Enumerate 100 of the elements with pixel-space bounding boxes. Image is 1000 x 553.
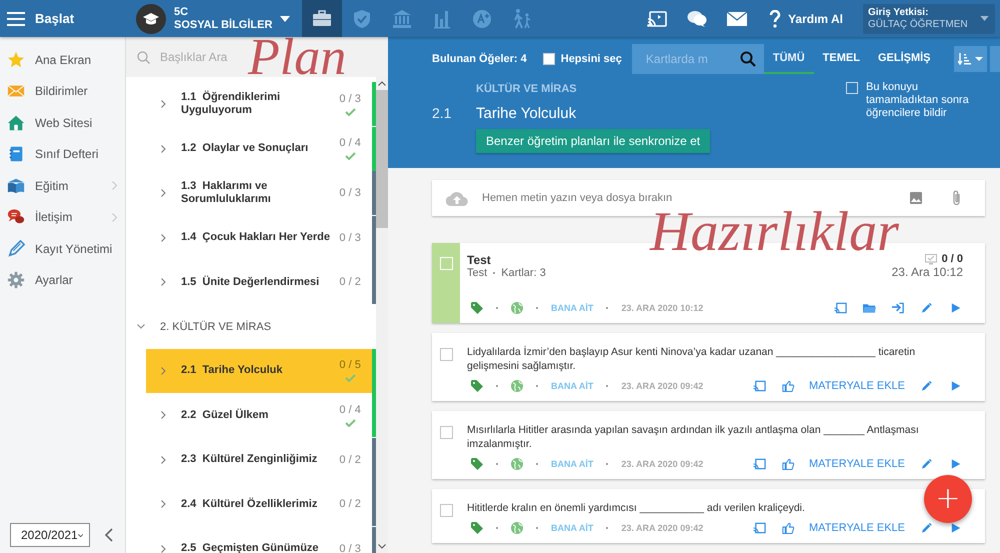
scrollbar[interactable] [376,77,388,553]
thumbs-up-icon[interactable] [782,522,796,534]
login-selector[interactable]: Giriş Yetkisi: GÜLTAÇ ÖĞRETMEN [863,4,995,34]
lesson-title: 2.3 Kültürel Zenginliğimiz [181,453,318,466]
pencil-icon[interactable] [921,380,934,392]
separator-dot [606,385,608,387]
cast-icon[interactable] [753,522,766,534]
card-checkbox[interactable] [440,348,452,361]
sidebar-item[interactable]: Eğitim [0,170,125,202]
play-icon[interactable] [950,380,963,392]
cast-icon[interactable] [647,10,668,26]
search-icon[interactable] [740,51,756,67]
tag-icon[interactable] [471,458,483,470]
thumbs-up-icon[interactable] [782,380,796,392]
bank-icon [391,8,413,30]
globe-icon[interactable] [511,522,523,534]
checkmark-icon [344,106,356,116]
play-icon[interactable] [950,458,963,470]
progress-count: 0 / 5 [339,359,361,371]
separator-dot [496,463,498,465]
notify-checkbox[interactable]: Bu konuyu tamamladıktan sonra öğrencilere bildir [846,81,986,153]
globe-icon[interactable] [511,458,523,470]
pencil-icon[interactable] [921,302,934,314]
chevron-down-icon [78,532,83,538]
select-all-checkbox[interactable]: Hepsini seç [542,53,622,65]
sidebar-item[interactable]: İletişim [0,202,125,233]
scroll-thumb[interactable] [376,90,388,228]
collapse-icon[interactable] [105,528,113,542]
help-button[interactable]: Yardım Al [769,10,843,28]
handwritten-note: Hazırlıklar [650,204,899,260]
folder-icon[interactable] [863,302,876,314]
search-field[interactable]: Başlıklar Ara [160,50,245,64]
lesson-item[interactable]: 2.5 Geçmişten Günümüze 0 / 3 [146,526,376,553]
search-field[interactable]: Kartlarda m [632,44,764,74]
sidebar-item[interactable]: Web Sitesi [0,107,125,138]
lesson-title: 2.1 Tarihe Yolculuk [181,364,284,377]
cast-icon[interactable] [753,458,766,470]
image-icon[interactable] [910,192,922,204]
upload-field[interactable]: Hemen metin yazın veya dosya bırakın [482,192,672,204]
filter-tab[interactable]: TEMEL [814,44,869,74]
unit-label: KÜLTÜR VE MİRAS [476,83,578,95]
chevron-down-icon[interactable] [378,544,386,549]
filter-tab[interactable]: TÜMÜ [764,44,814,74]
pencil-icon[interactable] [921,458,934,470]
score: 0 / 0 [942,253,963,265]
class-code: 5C [174,6,190,18]
tag-icon[interactable] [471,302,483,314]
lesson-item[interactable]: 1.2 Olaylar ve Sonuçları 0 / 4 [126,126,376,170]
progress-count: 0 / 3 [339,92,361,104]
lesson-item[interactable]: 2.3 Kültürel Zenginliğimiz 0 / 2 [146,438,376,482]
open-book-icon [7,176,25,195]
sign-in-icon[interactable] [892,302,905,314]
lesson-item[interactable]: 1.5 Ünite Değerlendirmesi 0 / 2 [126,260,376,304]
year-dropdown[interactable]: 2020/2021 [10,523,90,547]
tag-icon[interactable] [471,380,483,392]
card-checkbox[interactable] [440,426,452,439]
cast-icon[interactable] [753,380,766,392]
tag-icon[interactable] [471,522,483,534]
progress-count: 0 / 3 [339,187,361,199]
paperclip-icon[interactable] [952,190,961,206]
sidebar-item[interactable]: Sınıf Defteri [0,138,125,170]
globe-icon[interactable] [511,380,523,392]
chevron-right-icon [161,411,166,419]
progress-count: 0 / 4 [339,137,361,149]
globe-icon[interactable] [511,302,523,314]
sort-button[interactable] [954,46,987,72]
unit-header[interactable]: 2. KÜLTÜR VE MİRAS [126,304,376,348]
menu-icon[interactable] [7,12,25,26]
cast-icon[interactable] [834,302,847,314]
lesson-item[interactable]: 1.3 Haklarımı ve Sorumluluklarımı 0 / 3 [126,171,376,215]
checkmark-icon [344,418,356,426]
lesson-item[interactable]: 2.1 Tarihe Yolculuk 0 / 5 [146,348,376,392]
lesson-item[interactable]: 1.4 Çocuk Hakları Her Yerde 0 / 3 [126,216,376,260]
sidebar-item[interactable]: Ayarlar [0,264,125,296]
filter-tab[interactable]: GELİŞMİŞ [868,44,940,74]
lesson-item[interactable]: 2.2 Güzel Ülkem 0 / 4 [146,393,376,437]
progress-count: 0 / 3 [339,232,361,244]
lesson-item[interactable]: 2.4 Kültürel Özelliklerimiz 0 / 2 [146,482,376,526]
separator-dot [536,463,538,465]
card-checkbox[interactable] [440,504,452,517]
lesson-item[interactable]: 1.1 Öğrendiklerimi Uyguluyorum 0 / 3 [126,82,376,126]
login-label: Giriş Yetkisi: [868,6,930,18]
chat-icon[interactable] [687,10,708,28]
grade-badge-icon [471,8,493,30]
nav-tab[interactable] [302,0,342,37]
sidebar-item[interactable]: Kayıt Yönetimi [0,233,125,264]
lesson-title: 1.4 Çocuk Hakları Her Yerde [181,231,331,244]
lesson-title: 1.5 Ünite Değerlendirmesi [181,276,320,288]
chevron-right-icon [161,100,166,108]
chevron-right-icon [112,212,117,222]
play-icon[interactable] [950,302,963,314]
thumbs-up-icon[interactable] [782,458,796,470]
pencil-icon[interactable] [921,522,934,534]
sidebar-item[interactable]: Ana Ekran [0,44,125,76]
start-label[interactable]: Başlat [35,11,74,26]
sidebar-item[interactable]: Bildirimler [0,76,125,107]
sync-button[interactable]: Benzer öğretim planları ile senkronize et [476,129,710,153]
mail-icon[interactable] [727,12,748,26]
course-selector[interactable]: 5C SOSYAL BİLGİLER [136,4,302,34]
chevron-up-icon[interactable] [378,81,386,86]
